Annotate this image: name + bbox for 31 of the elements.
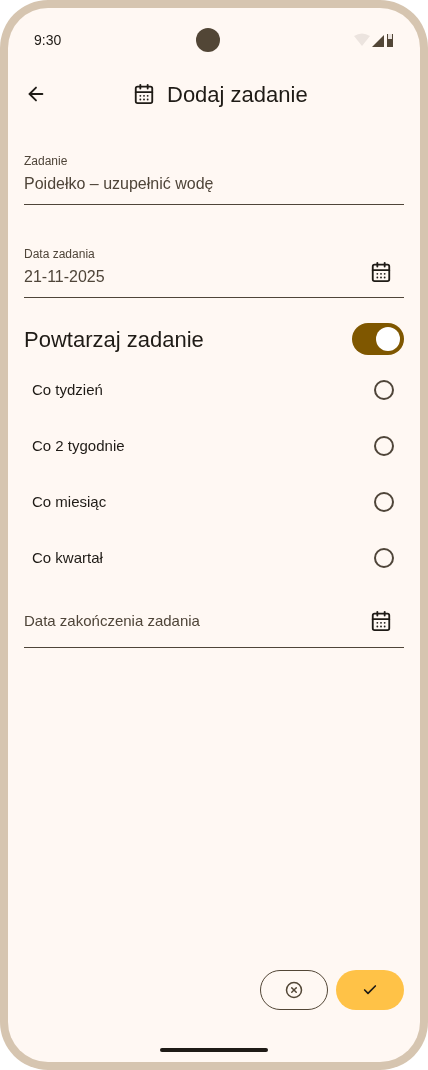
calendar-icon xyxy=(133,83,155,105)
close-icon xyxy=(285,981,303,999)
radio-button[interactable] xyxy=(374,436,394,456)
repeat-option[interactable]: Co tydzień xyxy=(24,362,404,418)
option-label: Co miesiąc xyxy=(32,491,107,512)
repeat-option[interactable]: Co 2 tygodnie xyxy=(24,418,404,474)
screen-title: Dodaj zadanie xyxy=(167,80,308,109)
date-field[interactable]: Data zadania 21-11-2025 xyxy=(24,245,404,298)
status-icons xyxy=(354,33,394,47)
option-label: Co tydzień xyxy=(32,379,103,400)
repeat-label: Powtarzaj zadanie xyxy=(24,325,204,354)
option-label: Co kwartał xyxy=(32,547,103,568)
task-field[interactable]: Zadanie Poidełko – uzupełnić wodę xyxy=(24,152,404,205)
camera-hole xyxy=(195,28,220,52)
radio-button[interactable] xyxy=(374,492,394,512)
field-placeholder: Data zakończenia zadania xyxy=(24,611,200,631)
repeat-option[interactable]: Co miesiąc xyxy=(24,474,404,530)
field-label: Zadanie xyxy=(24,153,69,170)
radio-button[interactable] xyxy=(374,548,394,568)
field-value: 21-11-2025 xyxy=(24,267,105,287)
radio-button[interactable] xyxy=(374,380,394,400)
repeat-switch[interactable] xyxy=(352,323,404,355)
repeat-option[interactable]: Co kwartał xyxy=(24,530,404,586)
option-label: Co 2 tygodnie xyxy=(32,435,125,456)
status-time: 9:30 xyxy=(34,30,62,50)
calendar-icon xyxy=(370,610,392,633)
end-date-field[interactable]: Data zakończenia zadania xyxy=(24,610,404,648)
field-label: Data zadania xyxy=(24,246,96,263)
field-value: Poidełko – uzupełnić wodę xyxy=(24,174,215,194)
calendar-icon xyxy=(370,261,392,283)
switch-thumb xyxy=(376,327,400,351)
